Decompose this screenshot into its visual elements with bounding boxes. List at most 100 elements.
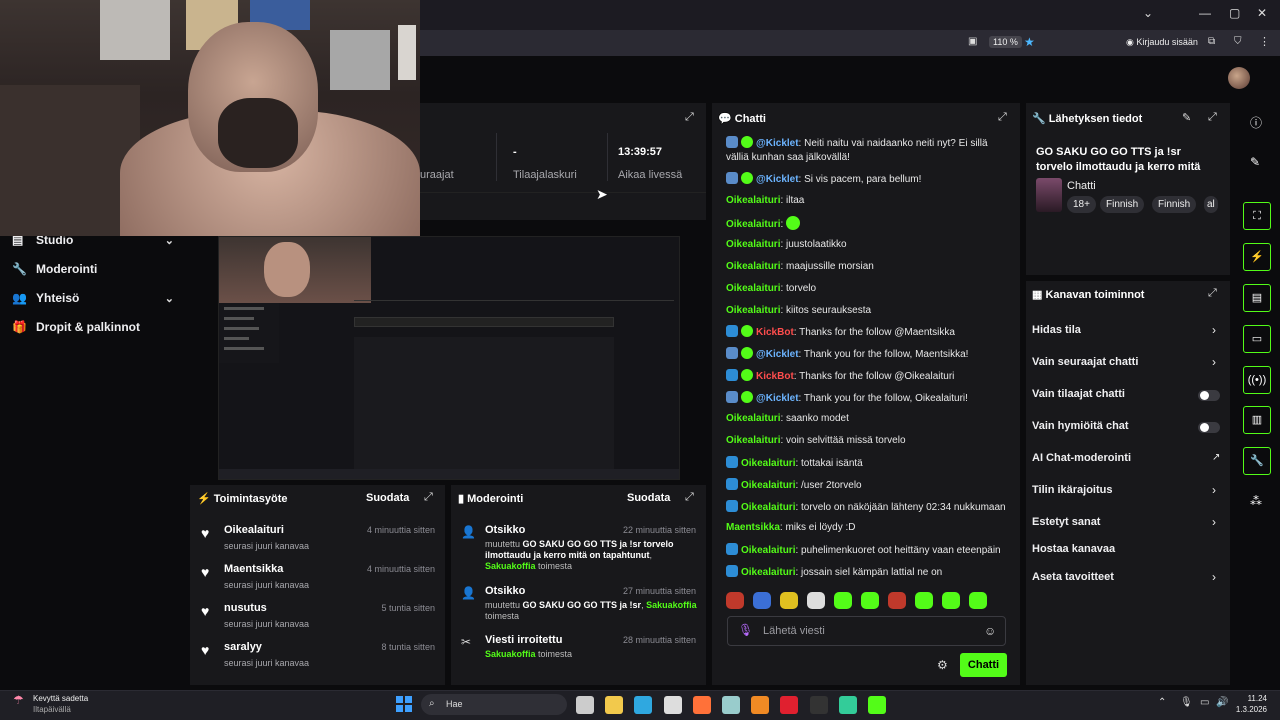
reader-icon[interactable]: ▣ (968, 36, 977, 47)
nodes-icon[interactable]: ⁂ (1250, 494, 1262, 508)
terminal-icon[interactable] (809, 696, 828, 714)
chevron-right-icon[interactable]: › (1212, 570, 1216, 584)
chat-input[interactable]: 🎙 Lähetä viesti ☺ (727, 616, 1006, 646)
chat-username[interactable]: Oikealaituri (726, 239, 780, 250)
channel-action[interactable]: Tilin ikärajoitus (1032, 484, 1113, 496)
weather-icon[interactable]: ☂ (13, 693, 24, 707)
moderation-filter-button[interactable]: Suodata (627, 492, 670, 504)
external-link-icon[interactable]: ↗ (1212, 452, 1220, 463)
task-view-icon[interactable] (576, 696, 594, 714)
chevron-right-icon[interactable]: › (1212, 483, 1216, 497)
send-chat-button[interactable]: Chatti (960, 653, 1007, 677)
mic-icon[interactable]: 🎙 (738, 623, 753, 637)
maximize-icon[interactable]: ▢ (1229, 6, 1240, 20)
toggle-switch[interactable] (1198, 390, 1220, 401)
toggle-switch[interactable] (1198, 422, 1220, 433)
chat-username[interactable]: Oikealaituri (726, 283, 780, 294)
chat-username[interactable]: Oikealaituri (726, 413, 780, 424)
emoji-icon[interactable]: ☺ (984, 624, 996, 638)
chat-username[interactable]: Oikealaituri (726, 219, 780, 230)
emote-icon[interactable] (969, 592, 987, 609)
moderation-actor[interactable]: Sakuakoffia (485, 649, 536, 659)
chat-username[interactable]: Oikealaituri (741, 567, 795, 578)
chrome-icon[interactable] (838, 696, 857, 714)
windows-start-icon[interactable] (396, 696, 412, 712)
nav-moderation[interactable]: 🔧 Moderointi (12, 262, 97, 276)
emote-icon[interactable] (726, 592, 744, 609)
emote-icon[interactable] (861, 592, 879, 609)
channel-action[interactable]: Hidas tila (1032, 324, 1081, 336)
channel-action[interactable]: Vain hymiöitä chat (1032, 420, 1129, 432)
extensions-icon[interactable]: ⧉ (1208, 36, 1215, 47)
activity-name[interactable]: Maentsikka (224, 563, 283, 575)
chevron-down-icon[interactable]: ⌄ (1143, 6, 1153, 20)
network-icon[interactable]: ▭ (1200, 697, 1209, 708)
shield-icon[interactable]: ⛉ (1234, 36, 1242, 47)
popout-icon[interactable]: ⤢ (424, 491, 433, 504)
mic-icon[interactable]: 🎙 (1180, 697, 1193, 708)
chat-username[interactable]: @Kicklet (756, 393, 799, 404)
firefox-icon[interactable] (692, 696, 711, 714)
emote-icon[interactable] (915, 592, 933, 609)
zoom-level[interactable]: 110 % (989, 36, 1022, 48)
wrench-icon[interactable]: 🔧 (1243, 447, 1271, 475)
nav-community[interactable]: 👥 Yhteisö ⌄ (12, 291, 174, 305)
channel-action[interactable]: Vain seuraajat chatti (1032, 356, 1138, 368)
lightning-icon[interactable]: ⚡ (1243, 243, 1271, 271)
emote-icon[interactable] (753, 592, 771, 609)
chevron-right-icon[interactable]: › (1212, 515, 1216, 529)
popout-icon[interactable]: ⤢ (685, 491, 694, 504)
chat-username[interactable]: KickBot (756, 371, 794, 382)
emote-icon[interactable] (888, 592, 906, 609)
popout-icon[interactable]: ⤢ (685, 111, 694, 124)
channel-action[interactable]: Vain tilaajat chatti (1032, 388, 1125, 400)
channel-action[interactable]: Hostaa kanavaa (1032, 543, 1115, 555)
chat-username[interactable]: Oikealaituri (726, 195, 780, 206)
moderation-name[interactable]: Viesti irroitettu (485, 634, 562, 646)
info-icon[interactable]: ⓘ (1250, 114, 1262, 131)
moderation-actor[interactable]: Sakuakoffia (485, 561, 536, 571)
opera-icon[interactable] (780, 696, 799, 714)
chat-username[interactable]: Oikealaituri (741, 480, 795, 491)
activity-name[interactable]: saralyy (224, 641, 262, 653)
taskbar-search[interactable]: ⌕ Hae (421, 694, 567, 715)
avatar[interactable] (1228, 67, 1250, 89)
document-icon[interactable]: ▤ (1243, 284, 1271, 312)
chevron-right-icon[interactable]: › (1212, 355, 1216, 369)
pencil-icon[interactable]: ✎ (1250, 155, 1260, 169)
activity-filter-button[interactable]: Suodata (366, 492, 409, 504)
chat-username[interactable]: Oikealaituri (741, 502, 795, 513)
gear-icon[interactable]: ⚙ (937, 658, 948, 672)
activity-name[interactable]: nusutus (224, 602, 267, 614)
chat-username[interactable]: Oikealaituri (726, 435, 780, 446)
chat-username[interactable]: Oikealaituri (741, 545, 795, 556)
activity-name[interactable]: Oikealaituri (224, 524, 284, 536)
moderation-name[interactable]: Otsikko (485, 524, 525, 536)
login-button[interactable]: ◉ Kirjaudu sisään (1126, 37, 1198, 48)
emote-icon[interactable] (834, 592, 852, 609)
tray-chevron-icon[interactable]: ⌃ (1158, 697, 1166, 708)
chevron-right-icon[interactable]: › (1212, 323, 1216, 337)
chat-username[interactable]: Oikealaituri (726, 261, 780, 272)
popout-icon[interactable]: ⤢ (1208, 111, 1217, 124)
chat-username[interactable]: @Kicklet (756, 174, 799, 185)
popout-icon[interactable]: ⤢ (998, 111, 1007, 124)
star-icon[interactable]: ★ (1024, 35, 1035, 49)
layout-icon[interactable]: ▥ (1243, 406, 1271, 434)
chat-username[interactable]: Oikealaituri (726, 305, 780, 316)
edge-icon[interactable] (634, 696, 653, 714)
steam-icon[interactable] (722, 696, 740, 714)
chat-username[interactable]: Maentsikka (726, 522, 780, 533)
chat-username[interactable]: @Kicklet (756, 138, 799, 149)
chat-username[interactable]: KickBot (756, 327, 794, 338)
file-explorer-icon[interactable] (605, 696, 624, 714)
emote-icon[interactable] (780, 592, 798, 609)
channel-action[interactable]: Estetyt sanat (1032, 516, 1100, 528)
store-icon[interactable] (663, 696, 682, 714)
chat-username[interactable]: Oikealaituri (741, 458, 795, 469)
edit-icon[interactable]: ✎ (1182, 111, 1191, 124)
moderation-name[interactable]: Otsikko (485, 585, 525, 597)
chat-username[interactable]: @Kicklet (756, 349, 799, 360)
moderation-actor[interactable]: Sakuakoffia (646, 600, 697, 610)
kick-icon[interactable] (868, 696, 886, 714)
